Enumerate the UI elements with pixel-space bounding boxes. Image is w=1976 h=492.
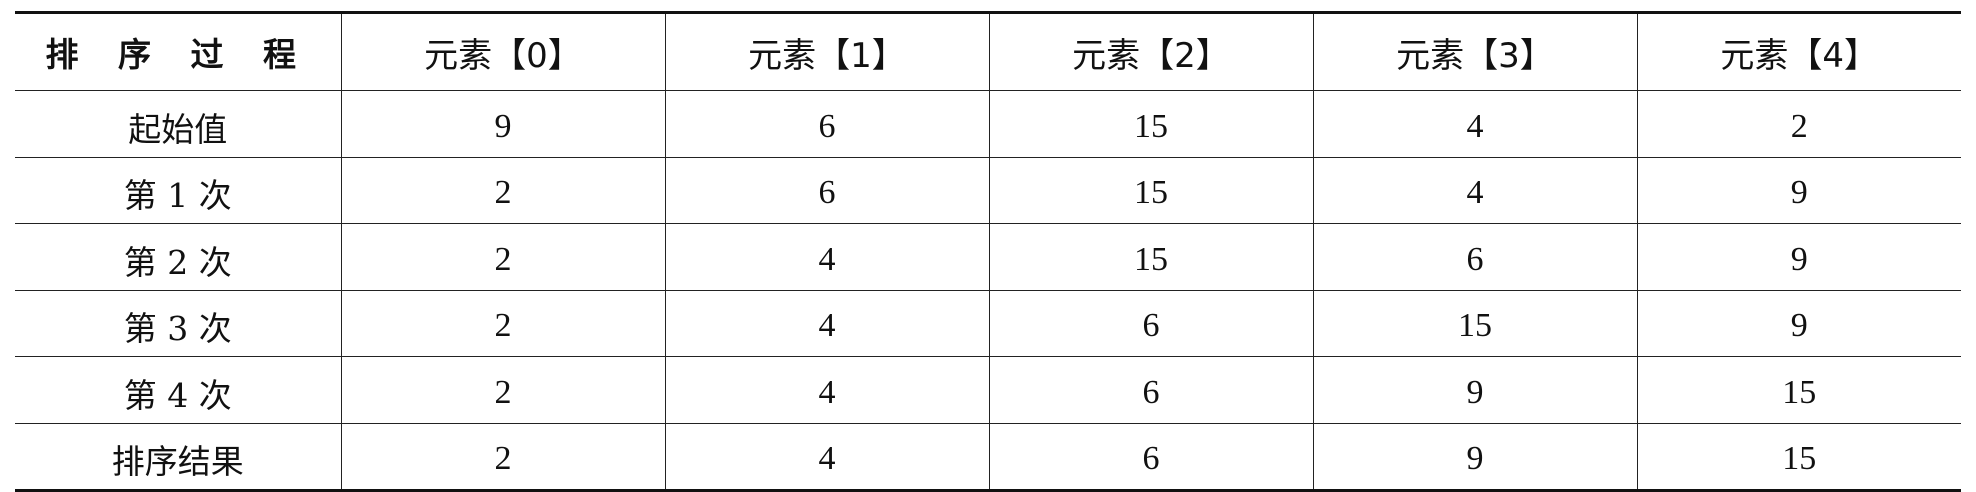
header-element-3: 元素【3】 — [1312, 12, 1637, 91]
cell: 6 — [988, 422, 1313, 491]
cell: 9 — [1636, 289, 1961, 357]
table-row: 第 2 次 2 4 15 6 9 — [15, 223, 1961, 290]
cell: 4 — [1312, 90, 1637, 157]
cell: 4 — [664, 422, 989, 491]
row-label: 第 2 次 — [15, 223, 341, 290]
cell: 2 — [340, 156, 665, 224]
row-label: 排序结果 — [15, 422, 341, 491]
table-row: 第 4 次 2 4 6 9 15 — [15, 356, 1961, 423]
table-body: 起始值 9 6 15 4 2 第 1 次 2 6 15 4 9 第 2 次 2 … — [15, 90, 1961, 491]
sort-process-table: 排 序 过 程 元素【0】 元素【1】 元素【2】 元素【3】 元素【4】 起始… — [15, 11, 1961, 492]
cell: 15 — [1636, 356, 1961, 423]
cell: 15 — [988, 223, 1313, 290]
cell: 9 — [1636, 156, 1961, 224]
cell: 2 — [340, 356, 665, 423]
table-row: 起始值 9 6 15 4 2 — [15, 90, 1961, 157]
cell: 4 — [664, 356, 989, 423]
header-element-4: 元素【4】 — [1636, 12, 1961, 91]
row-label: 第 4 次 — [15, 356, 341, 423]
cell: 15 — [1636, 422, 1961, 491]
cell: 15 — [988, 156, 1313, 224]
cell: 2 — [1636, 90, 1961, 157]
row-label: 起始值 — [15, 90, 341, 157]
sort-process-table-container: 排 序 过 程 元素【0】 元素【1】 元素【2】 元素【3】 元素【4】 起始… — [15, 11, 1961, 492]
table-row: 排序结果 2 4 6 9 15 — [15, 422, 1961, 491]
header-element-0: 元素【0】 — [340, 12, 665, 91]
table-row: 第 1 次 2 6 15 4 9 — [15, 156, 1961, 224]
cell: 4 — [664, 289, 989, 357]
cell: 6 — [664, 90, 989, 157]
cell: 9 — [1636, 223, 1961, 290]
cell: 15 — [1312, 289, 1637, 357]
cell: 6 — [1312, 223, 1637, 290]
cell: 6 — [988, 289, 1313, 357]
cell: 9 — [1312, 422, 1637, 491]
cell: 2 — [340, 422, 665, 491]
cell: 2 — [340, 289, 665, 357]
table-row: 第 3 次 2 4 6 15 9 — [15, 289, 1961, 357]
cell: 6 — [664, 156, 989, 224]
header-sort-process: 排 序 过 程 — [45, 35, 310, 74]
cell: 9 — [340, 90, 665, 157]
table-header: 排 序 过 程 元素【0】 元素【1】 元素【2】 元素【3】 元素【4】 — [15, 12, 1961, 91]
cell: 9 — [1312, 356, 1637, 423]
row-label: 第 1 次 — [15, 156, 341, 224]
cell: 6 — [988, 356, 1313, 423]
cell: 2 — [340, 223, 665, 290]
row-label: 第 3 次 — [15, 289, 341, 357]
header-row: 排 序 过 程 元素【0】 元素【1】 元素【2】 元素【3】 元素【4】 — [15, 12, 1961, 91]
cell: 4 — [1312, 156, 1637, 224]
header-element-1: 元素【1】 — [664, 12, 989, 91]
cell: 4 — [664, 223, 989, 290]
header-element-2: 元素【2】 — [988, 12, 1313, 91]
cell: 15 — [988, 90, 1313, 157]
